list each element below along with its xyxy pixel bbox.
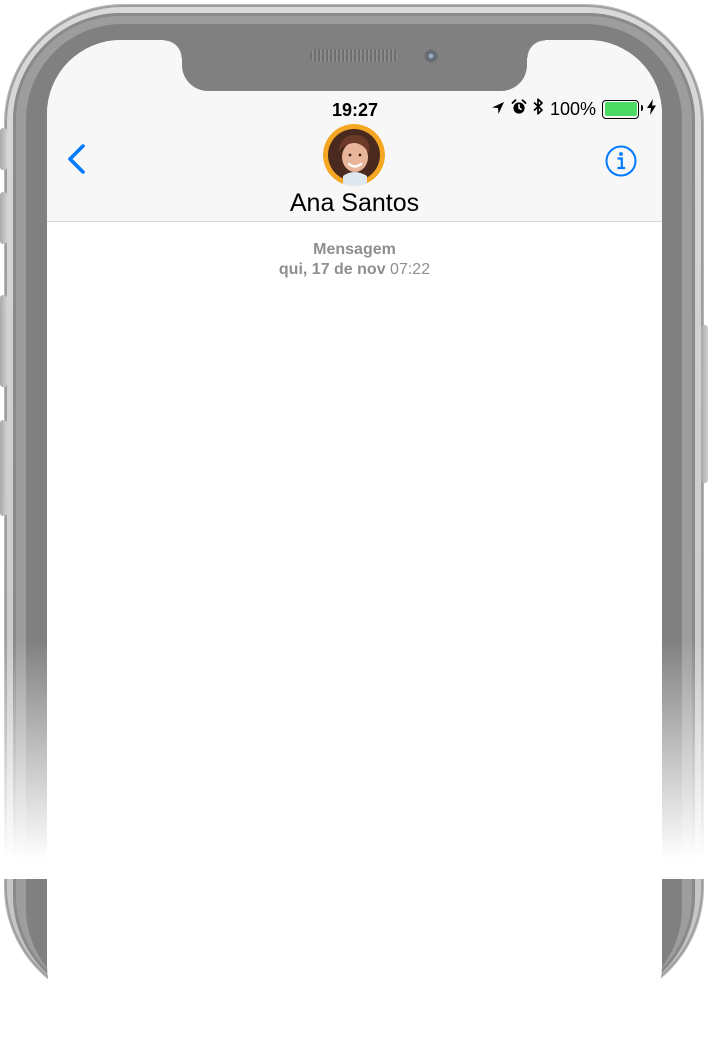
alarm-icon bbox=[511, 98, 527, 120]
thread-date: qui, 17 de nov bbox=[278, 261, 386, 278]
status-time: 19:27 bbox=[332, 100, 379, 120]
side-power-button bbox=[701, 325, 708, 483]
info-button[interactable] bbox=[604, 144, 638, 178]
location-arrow-icon bbox=[491, 99, 505, 120]
back-button[interactable] bbox=[63, 140, 93, 180]
bluetooth-icon bbox=[533, 98, 544, 120]
volume-down-button bbox=[0, 420, 7, 516]
battery-fill bbox=[604, 102, 637, 116]
thread-timestamp: qui, 17 de nov 07:22 bbox=[47, 261, 662, 279]
info-circle-icon bbox=[605, 145, 637, 177]
volume-up-button-lower bbox=[0, 295, 7, 387]
battery-percent: 100% bbox=[549, 98, 596, 119]
earpiece-speaker bbox=[310, 49, 398, 62]
contact-name[interactable]: Ana Santos bbox=[47, 189, 662, 218]
volume-up-button bbox=[0, 192, 7, 244]
thread-time: 07:22 bbox=[390, 261, 431, 278]
charging-bolt-icon bbox=[647, 98, 656, 120]
device-notch bbox=[164, 40, 545, 91]
battery-icon bbox=[602, 99, 643, 119]
phone-screen: 19:27 100% Ana Santos Mensagem qui, 17 d… bbox=[47, 40, 662, 1040]
chevron-left-icon bbox=[68, 144, 85, 174]
front-camera bbox=[424, 49, 438, 63]
silent-switch bbox=[0, 128, 7, 170]
contact-avatar[interactable] bbox=[323, 124, 385, 186]
status-icons: 100% bbox=[491, 98, 656, 120]
thread-label: Mensagem bbox=[313, 241, 396, 258]
